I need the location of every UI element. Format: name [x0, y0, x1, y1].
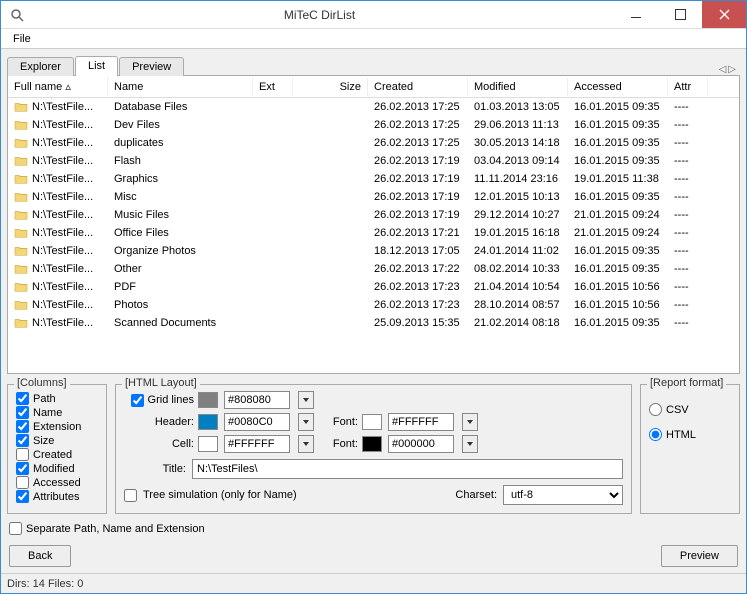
folder-icon: [14, 191, 28, 203]
maximize-button[interactable]: [658, 1, 702, 28]
gridlines-color-input[interactable]: [224, 391, 290, 409]
col-modified[interactable]: Modified: [468, 78, 568, 96]
gridlines-dropdown[interactable]: [298, 391, 314, 409]
html-layout-fieldset: [HTML Layout] Grid lines Header: Font:: [115, 384, 632, 514]
folder-icon: [14, 281, 28, 293]
chk-gridlines[interactable]: [131, 394, 144, 407]
app-icon: [9, 7, 25, 23]
header-dropdown[interactable]: [298, 413, 314, 431]
minimize-button[interactable]: [614, 1, 658, 28]
tabs-nav: ◁ ▷: [719, 64, 740, 75]
chk-extension[interactable]: [16, 420, 29, 433]
close-button[interactable]: [702, 1, 746, 28]
window-controls: [614, 1, 746, 28]
folder-icon: [14, 245, 28, 257]
chk-name[interactable]: [16, 406, 29, 419]
preview-button[interactable]: Preview: [661, 545, 738, 567]
tabs: Explorer List Preview ◁ ▷: [7, 53, 740, 75]
table-row[interactable]: N:\TestFile...Flash26.02.2013 17:1903.04…: [8, 152, 739, 170]
col-accessed[interactable]: Accessed: [568, 78, 668, 96]
report-format-fieldset: [Report format] CSV HTML: [640, 384, 740, 514]
chk-size[interactable]: [16, 434, 29, 447]
statusbar: Dirs: 14 Files: 0: [1, 573, 746, 593]
folder-icon: [14, 317, 28, 329]
table-row[interactable]: N:\TestFile...Office Files26.02.2013 17:…: [8, 224, 739, 242]
chk-attributes[interactable]: [16, 490, 29, 503]
table-row[interactable]: N:\TestFile...PDF26.02.2013 17:2321.04.2…: [8, 278, 739, 296]
table-row[interactable]: N:\TestFile...Music Files26.02.2013 17:1…: [8, 206, 739, 224]
list-body[interactable]: N:\TestFile...Database Files26.02.2013 1…: [8, 98, 739, 373]
table-row[interactable]: N:\TestFile...Graphics26.02.2013 17:1911…: [8, 170, 739, 188]
table-row[interactable]: N:\TestFile...Dev Files26.02.2013 17:252…: [8, 116, 739, 134]
tab-preview[interactable]: Preview: [119, 57, 184, 76]
radio-csv[interactable]: [649, 403, 662, 416]
chk-modified[interactable]: [16, 462, 29, 475]
tab-explorer[interactable]: Explorer: [7, 57, 74, 76]
table-row[interactable]: N:\TestFile...Misc26.02.2013 17:1912.01.…: [8, 188, 739, 206]
chk-created[interactable]: [16, 448, 29, 461]
chk-accessed[interactable]: [16, 476, 29, 489]
tabs-next-icon[interactable]: ▷: [728, 64, 736, 75]
col-created[interactable]: Created: [368, 78, 468, 96]
folder-icon: [14, 299, 28, 311]
file-list: Full name ▵ Name Ext Size Created Modifi…: [7, 75, 740, 374]
columns-fieldset: [Columns] Path Name Extension Size Creat…: [7, 384, 107, 514]
col-fullname[interactable]: Full name ▵: [8, 77, 108, 96]
header-font-dropdown[interactable]: [462, 413, 478, 431]
header-font-input[interactable]: [388, 413, 454, 431]
table-row[interactable]: N:\TestFile...Other26.02.2013 17:2208.02…: [8, 260, 739, 278]
status-text: Dirs: 14 Files: 0: [7, 578, 83, 590]
window-title: MiTeC DirList: [25, 8, 614, 22]
folder-icon: [14, 137, 28, 149]
folder-icon: [14, 227, 28, 239]
col-size[interactable]: Size: [293, 78, 368, 96]
cell-color-input[interactable]: [224, 435, 290, 453]
folder-icon: [14, 119, 28, 131]
charset-select[interactable]: utf-8: [503, 485, 623, 505]
chk-path[interactable]: [16, 392, 29, 405]
title-input[interactable]: [192, 459, 623, 479]
col-attr[interactable]: Attr: [668, 78, 708, 96]
cell-font-dropdown[interactable]: [462, 435, 478, 453]
header-color-input[interactable]: [224, 413, 290, 431]
header-font-swatch[interactable]: [362, 414, 382, 430]
folder-icon: [14, 101, 28, 113]
report-legend: [Report format]: [647, 377, 726, 389]
back-button[interactable]: Back: [9, 545, 71, 567]
menu-file[interactable]: File: [5, 31, 39, 47]
folder-icon: [14, 263, 28, 275]
header-swatch[interactable]: [198, 414, 218, 430]
folder-icon: [14, 155, 28, 167]
cell-font-swatch[interactable]: [362, 436, 382, 452]
tabs-prev-icon[interactable]: ◁: [719, 64, 727, 75]
folder-icon: [14, 209, 28, 221]
html-layout-legend: [HTML Layout]: [122, 377, 200, 389]
list-header: Full name ▵ Name Ext Size Created Modifi…: [8, 76, 739, 98]
table-row[interactable]: N:\TestFile...Database Files26.02.2013 1…: [8, 98, 739, 116]
gridlines-swatch[interactable]: [198, 392, 218, 408]
menubar: File: [1, 29, 746, 49]
cell-swatch[interactable]: [198, 436, 218, 452]
cell-font-input[interactable]: [388, 435, 454, 453]
table-row[interactable]: N:\TestFile...duplicates26.02.2013 17:25…: [8, 134, 739, 152]
table-row[interactable]: N:\TestFile...Photos26.02.2013 17:2328.1…: [8, 296, 739, 314]
chk-tree-sim[interactable]: [124, 489, 137, 502]
titlebar: MiTeC DirList: [1, 1, 746, 29]
table-row[interactable]: N:\TestFile...Organize Photos18.12.2013 …: [8, 242, 739, 260]
table-row[interactable]: N:\TestFile...Scanned Documents25.09.201…: [8, 314, 739, 332]
chk-separate[interactable]: [9, 522, 22, 535]
col-ext[interactable]: Ext: [253, 78, 293, 96]
cell-dropdown[interactable]: [298, 435, 314, 453]
tab-list[interactable]: List: [75, 56, 118, 76]
folder-icon: [14, 173, 28, 185]
radio-html[interactable]: [649, 428, 662, 441]
col-name[interactable]: Name: [108, 78, 253, 96]
columns-legend: [Columns]: [14, 377, 70, 389]
